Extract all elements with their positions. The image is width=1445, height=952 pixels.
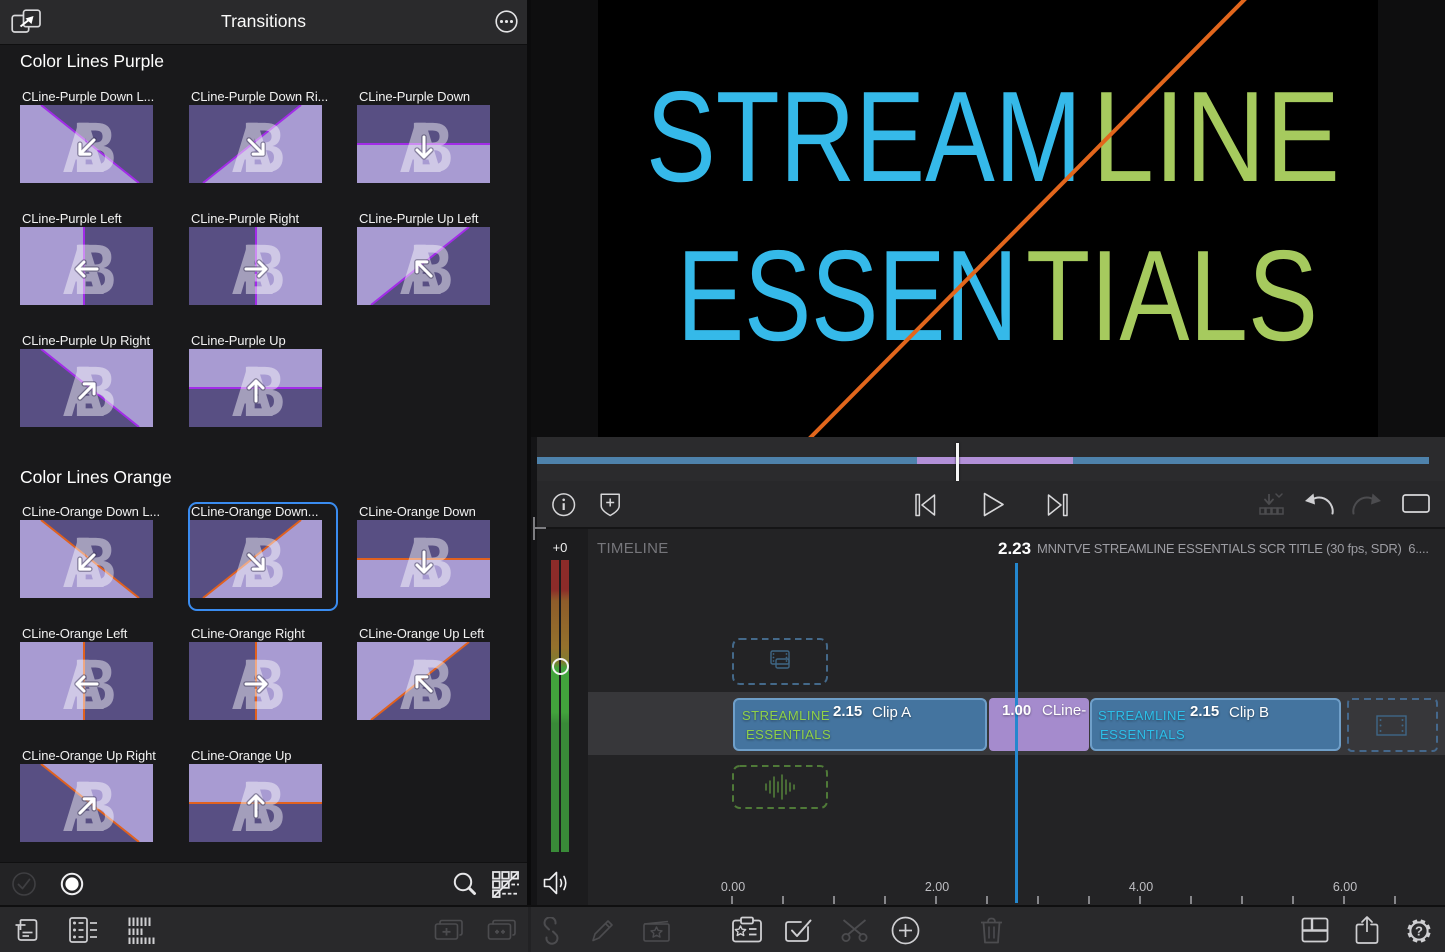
svg-text:B: B <box>410 522 454 598</box>
svg-text:TIALS: TIALS <box>1026 224 1318 368</box>
svg-text:ESSEN: ESSEN <box>677 224 1018 368</box>
svg-text:B: B <box>410 107 454 183</box>
svg-text:STREAM: STREAM <box>646 65 1082 209</box>
svg-text:?: ? <box>1415 924 1423 939</box>
svg-text:LINE: LINE <box>1092 65 1340 209</box>
